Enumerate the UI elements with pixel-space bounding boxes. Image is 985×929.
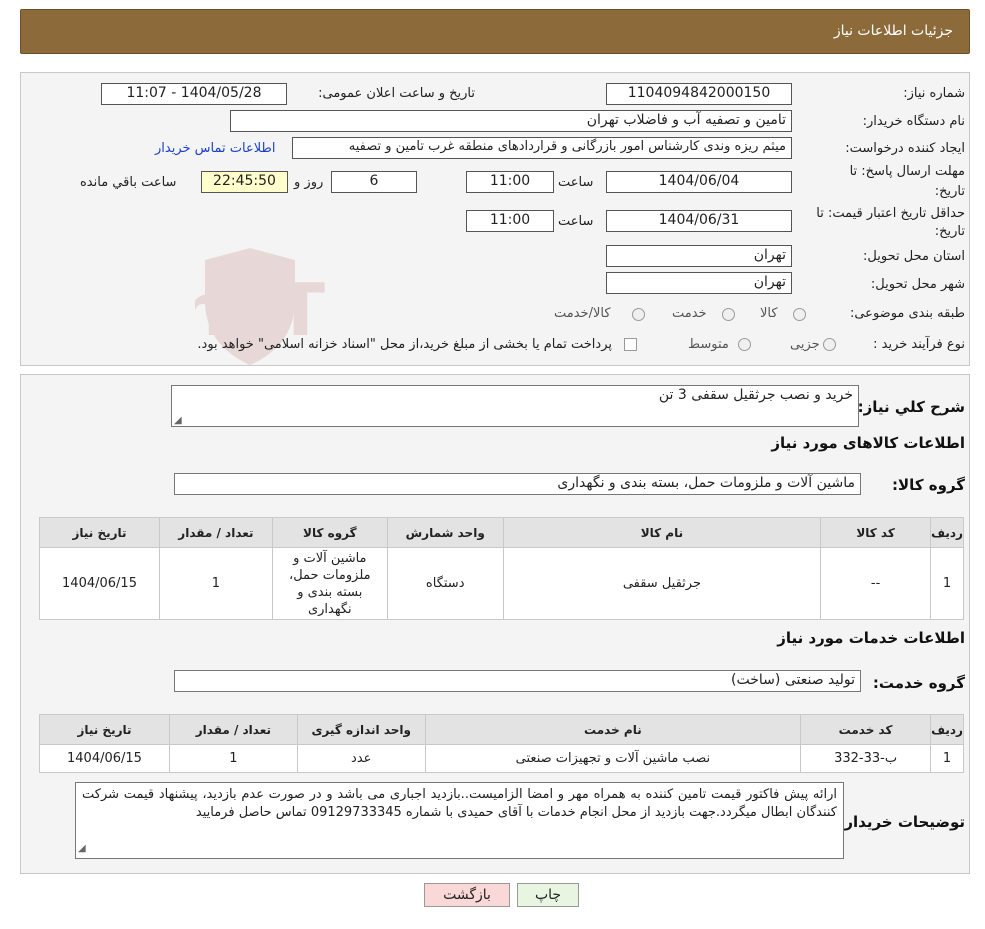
goods-col-row: ردیف bbox=[930, 517, 964, 548]
category-option-service: خدمت bbox=[672, 306, 707, 321]
announce-date-field: 1404/05/28 - 11:07 bbox=[101, 83, 287, 105]
table-row: 1 -- جرثقیل سقفی دستگاه ماشین آلات و ملز… bbox=[39, 547, 964, 620]
province-field: تهران bbox=[606, 245, 792, 267]
treasury-checkbox[interactable] bbox=[624, 338, 637, 351]
services-col-unit: واحد اندازه گیری bbox=[296, 714, 426, 745]
announce-label: تاریخ و ساعت اعلان عمومی: bbox=[318, 86, 475, 101]
back-button[interactable]: بازگشت bbox=[424, 883, 510, 907]
deadline-label-date: تاریخ: bbox=[934, 184, 965, 199]
services-col-date: تاریخ نیاز bbox=[39, 714, 170, 745]
process-radio-medium[interactable] bbox=[738, 338, 751, 351]
resize-handle-icon[interactable]: ◢ bbox=[174, 415, 182, 426]
goods-cell-row: 1 bbox=[930, 547, 964, 620]
description-textarea: خرید و نصب جرثقیل سقفی 3 تن ◢ bbox=[171, 385, 859, 427]
category-radio-goods[interactable] bbox=[793, 308, 806, 321]
goods-col-date: تاریخ نیاز bbox=[39, 517, 160, 548]
services-col-code: کد خدمت bbox=[800, 714, 932, 745]
deadline-time-label: ساعت bbox=[558, 175, 594, 190]
validity-label: حداقل تاریخ اعتبار قیمت: تا bbox=[816, 206, 965, 221]
services-table-header: ردیف کد خدمت نام خدمت واحد اندازه گیری ت… bbox=[39, 714, 964, 745]
validity-time-label: ساعت bbox=[558, 214, 594, 229]
category-radio-goods-service[interactable] bbox=[632, 308, 645, 321]
services-cell-unit: عدد bbox=[296, 744, 426, 773]
goods-col-name: نام کالا bbox=[502, 517, 822, 548]
remaining-time-field: 22:45:50 bbox=[201, 171, 288, 193]
validity-time-field: 11:00 bbox=[466, 210, 554, 232]
city-label: شهر محل تحویل: bbox=[870, 277, 965, 292]
goods-cell-code: -- bbox=[820, 547, 932, 620]
buyer-notes-label: توضیحات خریدار: bbox=[838, 813, 965, 831]
need-number-label: شماره نیاز: bbox=[903, 86, 965, 101]
description-label: شرح کلي نیاز: bbox=[857, 398, 965, 416]
buyer-notes-textarea: ارائه پیش فاکتور قیمت تامین کننده به همر… bbox=[75, 782, 844, 859]
buyer-notes-text: ارائه پیش فاکتور قیمت تامین کننده به همر… bbox=[82, 787, 837, 820]
treasury-note: پرداخت تمام یا بخشی از مبلغ خرید،از محل … bbox=[197, 337, 612, 352]
goods-cell-group: ماشین آلات و ملزومات حمل، بسته بندی و نگ… bbox=[271, 547, 388, 620]
service-group-label: گروه خدمت: bbox=[872, 674, 965, 692]
category-option-goods: کالا bbox=[760, 306, 778, 321]
city-field: تهران bbox=[606, 272, 792, 294]
buyer-contact-link[interactable]: اطلاعات تماس خریدار bbox=[155, 141, 275, 156]
requester-label: ایجاد کننده درخواست: bbox=[845, 141, 965, 156]
goods-cell-unit: دستگاه bbox=[386, 547, 504, 620]
services-col-row: ردیف bbox=[930, 714, 964, 745]
category-label: طبقه بندی موضوعی: bbox=[849, 306, 965, 321]
deadline-date-field: 1404/06/04 bbox=[606, 171, 792, 193]
need-number-field: 1104094842000150 bbox=[606, 83, 792, 105]
services-section-title: اطلاعات خدمات مورد نیاز bbox=[777, 629, 965, 647]
remaining-days-field: 6 bbox=[331, 171, 417, 193]
goods-group-label: گروه کالا: bbox=[892, 476, 965, 494]
goods-section-title: اطلاعات کالاهای مورد نیاز bbox=[771, 434, 965, 452]
category-option-goods-service: کالا/خدمت bbox=[554, 306, 611, 321]
page-title: جزئیات اطلاعات نیاز bbox=[833, 23, 953, 39]
goods-col-unit: واحد شمارش bbox=[386, 517, 504, 548]
goods-group-field: ماشین آلات و ملزومات حمل، بسته بندی و نگ… bbox=[174, 473, 861, 495]
process-option-partial: جزیی bbox=[790, 337, 820, 352]
goods-table-header: ردیف کد کالا نام کالا واحد شمارش گروه کا… bbox=[39, 517, 964, 548]
goods-table: ردیف کد کالا نام کالا واحد شمارش گروه کا… bbox=[39, 517, 964, 620]
services-cell-qty: 1 bbox=[168, 744, 298, 773]
service-group-field: تولید صنعتی (ساخت) bbox=[174, 670, 861, 692]
goods-col-code: کد کالا bbox=[820, 517, 932, 548]
deadline-time-field: 11:00 bbox=[466, 171, 554, 193]
services-col-name: نام خدمت bbox=[424, 714, 802, 745]
services-cell-date: 1404/06/15 bbox=[39, 744, 170, 773]
buyer-org-field: تامین و تصفیه آب و فاضلاب تهران bbox=[230, 110, 792, 132]
services-col-qty: تعداد / مقدار bbox=[168, 714, 298, 745]
validity-label-date: تاریخ: bbox=[934, 224, 965, 239]
services-cell-row: 1 bbox=[930, 744, 964, 773]
goods-col-qty: تعداد / مقدار bbox=[159, 517, 273, 548]
print-button[interactable]: چاپ bbox=[517, 883, 579, 907]
category-radio-service[interactable] bbox=[722, 308, 735, 321]
page-header: جزئیات اطلاعات نیاز bbox=[20, 9, 970, 54]
requester-field: میثم ریزه وندی کارشناس امور بازرگانی و ق… bbox=[292, 137, 792, 159]
process-label: نوع فرآیند خرید : bbox=[873, 337, 965, 352]
goods-cell-qty: 1 bbox=[159, 547, 273, 620]
validity-date-field: 1404/06/31 bbox=[606, 210, 792, 232]
process-option-medium: متوسط bbox=[688, 337, 729, 352]
buyer-org-label: نام دستگاه خریدار: bbox=[862, 114, 965, 129]
province-label: استان محل تحویل: bbox=[863, 249, 965, 264]
process-radio-partial[interactable] bbox=[823, 338, 836, 351]
table-row: 1 ب-33-332 نصب ماشین آلات و تجهیزات صنعت… bbox=[39, 744, 964, 773]
days-label: روز و bbox=[294, 175, 324, 190]
goods-col-group: گروه کالا bbox=[271, 517, 388, 548]
goods-cell-name: جرثقیل سقفی bbox=[502, 547, 822, 620]
services-cell-name: نصب ماشین آلات و تجهیزات صنعتی bbox=[424, 744, 802, 773]
goods-cell-date: 1404/06/15 bbox=[39, 547, 160, 620]
services-cell-code: ب-33-332 bbox=[800, 744, 932, 773]
remaining-label: ساعت باقي مانده bbox=[80, 175, 177, 190]
deadline-label: مهلت ارسال پاسخ: تا bbox=[849, 164, 965, 179]
description-text: خرید و نصب جرثقیل سقفی 3 تن bbox=[658, 387, 853, 403]
services-table: ردیف کد خدمت نام خدمت واحد اندازه گیری ت… bbox=[39, 714, 964, 773]
resize-handle-icon[interactable]: ◢ bbox=[78, 840, 86, 858]
